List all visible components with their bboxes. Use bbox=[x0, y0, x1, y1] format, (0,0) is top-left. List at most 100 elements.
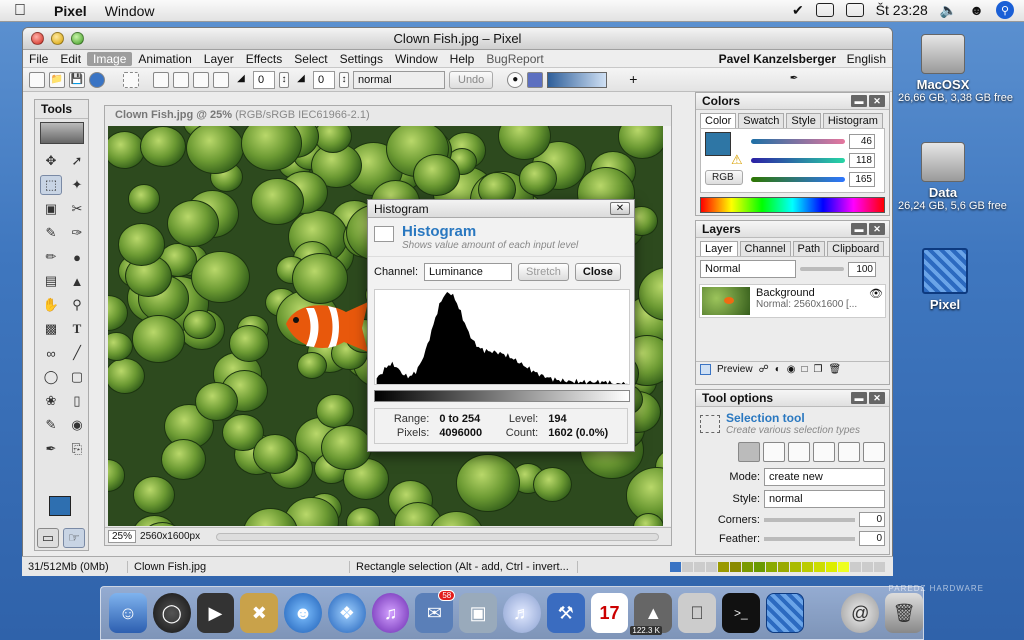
clock[interactable]: Št 23:28 bbox=[876, 2, 928, 18]
safari-icon[interactable]: ❖ bbox=[327, 593, 366, 633]
corner-field[interactable]: 0 bbox=[253, 70, 275, 89]
standard-mode-icon[interactable]: ▭ bbox=[37, 528, 59, 548]
menu-help[interactable]: Help bbox=[444, 52, 481, 66]
selection-mode-new-icon[interactable] bbox=[153, 71, 169, 88]
new-file-icon[interactable] bbox=[29, 71, 45, 88]
checkmark-icon[interactable]: ✔ bbox=[792, 2, 804, 19]
blend-mode-select[interactable]: normal bbox=[353, 70, 445, 89]
selection-polygon-icon[interactable] bbox=[863, 442, 885, 462]
histogram-titlebar[interactable]: Histogram ✕ bbox=[368, 200, 634, 218]
duplicate-layer-icon[interactable]: ❐ bbox=[814, 364, 823, 375]
brush-icon[interactable]: ● bbox=[507, 71, 524, 88]
menu-edit[interactable]: Edit bbox=[54, 52, 87, 66]
effects-icon[interactable]: ◐ bbox=[775, 364, 781, 375]
calendar-icon[interactable]: 17 bbox=[590, 593, 629, 633]
zoom-tool-icon[interactable]: ⚲ bbox=[66, 295, 88, 315]
network-monitor-icon[interactable]: ▲ 122.3 K bbox=[630, 593, 673, 635]
selection-tool-icon[interactable]: ⬚ bbox=[40, 175, 62, 195]
open-folder-icon[interactable]: 📁 bbox=[49, 71, 65, 88]
opacity-value[interactable]: 100 bbox=[848, 261, 876, 277]
red-value[interactable]: 46 bbox=[849, 134, 875, 149]
brush-tool-icon[interactable]: ✑ bbox=[66, 223, 88, 243]
utility-icon[interactable]: ✖ bbox=[240, 593, 279, 633]
selection-lasso-icon[interactable] bbox=[838, 442, 860, 462]
histogram-graph[interactable] bbox=[374, 289, 630, 385]
feather-field[interactable]: 0 bbox=[313, 70, 335, 89]
apple-menu-icon[interactable]:  bbox=[14, 2, 36, 20]
tab-histogram[interactable]: Histogram bbox=[822, 113, 883, 128]
selection-row-icon[interactable] bbox=[788, 442, 810, 462]
pixel-dock-icon[interactable] bbox=[765, 593, 804, 633]
ellipse-tool-icon[interactable]: ◯ bbox=[40, 367, 62, 387]
pointer-tool-icon[interactable]: ➚ bbox=[66, 151, 88, 171]
scissors-icon[interactable]: ✂ bbox=[66, 199, 88, 219]
volume-icon[interactable]: 🔈 bbox=[940, 2, 957, 19]
finder-icon[interactable]: ☺ bbox=[109, 593, 147, 633]
colors-panel-title[interactable]: Colors ▬ ✕ bbox=[696, 93, 889, 110]
collapse-icon[interactable]: ▬ bbox=[851, 223, 867, 235]
close-icon[interactable]: ✕ bbox=[869, 392, 885, 404]
close-icon[interactable]: ✕ bbox=[869, 223, 885, 235]
blue-value[interactable]: 165 bbox=[849, 172, 875, 187]
move-tool-icon[interactable]: ✥ bbox=[40, 151, 62, 171]
ichat-icon[interactable]: ☻ bbox=[284, 593, 322, 633]
line-tool-icon[interactable]: ╱ bbox=[66, 343, 88, 363]
opacity-slider[interactable] bbox=[800, 267, 844, 271]
document-horizontal-scrollbar[interactable] bbox=[216, 532, 659, 541]
layers-panel-title[interactable]: Layers ▬ ✕ bbox=[696, 221, 889, 238]
tool-options-title-bar[interactable]: Tool options ▬ ✕ bbox=[696, 390, 889, 407]
menu-animation[interactable]: Animation bbox=[132, 52, 197, 66]
tab-swatch[interactable]: Swatch bbox=[738, 113, 785, 128]
layer-row[interactable]: Background Normal: 2560x1600 [... 👁 bbox=[699, 284, 886, 318]
quick-mask-icon[interactable]: ☞ bbox=[63, 528, 85, 548]
corners-slider[interactable] bbox=[764, 517, 855, 522]
apple-hardware-icon[interactable]:  bbox=[678, 593, 716, 633]
undo-button[interactable]: Undo bbox=[449, 70, 494, 89]
terminal-icon[interactable]: >_ bbox=[721, 593, 760, 633]
corners-value[interactable]: 0 bbox=[859, 512, 885, 527]
color-swatches[interactable] bbox=[49, 496, 79, 525]
zoom-level[interactable]: 25% bbox=[108, 530, 137, 543]
layer-blend-mode-select[interactable]: Normal bbox=[700, 260, 796, 278]
camera-tool-icon[interactable]: ▣ bbox=[40, 199, 62, 219]
preview-checkbox[interactable] bbox=[700, 364, 711, 375]
mail-icon[interactable]: ✉ 58 bbox=[415, 590, 456, 633]
eyedropper-tool-icon[interactable]: ✏ bbox=[40, 247, 62, 267]
menu-bugreport[interactable]: BugReport bbox=[480, 52, 549, 66]
selection-rect-icon[interactable] bbox=[738, 442, 760, 462]
green-slider[interactable] bbox=[751, 158, 845, 163]
menu-image[interactable]: Image bbox=[87, 51, 133, 66]
pencil-icon[interactable]: ✎ bbox=[40, 223, 62, 243]
user-icon[interactable]: ☻ bbox=[969, 2, 984, 18]
foreground-color[interactable] bbox=[49, 496, 71, 516]
language-selector[interactable]: English bbox=[847, 52, 886, 66]
eyedropper-icon[interactable]: ✒ bbox=[786, 72, 802, 88]
tab-style[interactable]: Style bbox=[786, 113, 821, 128]
at-sign-icon[interactable]: @ bbox=[841, 593, 880, 633]
stretch-button[interactable]: Stretch bbox=[518, 263, 569, 281]
clapper-icon[interactable]: ▶ bbox=[196, 593, 235, 633]
green-value[interactable]: 118 bbox=[849, 153, 875, 168]
link-icon[interactable]: ☍ bbox=[759, 364, 769, 375]
magic-wand-icon[interactable]: ✦ bbox=[66, 175, 88, 195]
preview-app-icon[interactable]: ▣ bbox=[459, 593, 498, 633]
spotlight-icon[interactable]: ⚲ bbox=[996, 1, 1014, 19]
close-icon[interactable]: ✕ bbox=[610, 202, 630, 215]
selection-ellipse-icon[interactable] bbox=[763, 442, 785, 462]
menu-window[interactable]: Window bbox=[389, 52, 444, 66]
channel-select[interactable]: Luminance bbox=[424, 263, 513, 281]
drop-icon[interactable]: ● bbox=[66, 247, 88, 267]
mode-select[interactable]: create new bbox=[764, 468, 885, 486]
menu-layer[interactable]: Layer bbox=[198, 52, 240, 66]
new-layer-icon[interactable]: □ bbox=[802, 364, 808, 375]
transform-tool-icon[interactable]: ▯ bbox=[66, 391, 88, 411]
desktop-drive-data[interactable]: Data 26,24 GB, 5,6 GB free bbox=[898, 142, 1007, 212]
sphere-tool-icon[interactable]: ◉ bbox=[66, 415, 88, 435]
crosshair-icon[interactable]: + bbox=[625, 72, 641, 88]
itunes-icon[interactable]: ♫ bbox=[371, 593, 410, 633]
trash-icon[interactable]: 🗑 bbox=[829, 364, 842, 375]
document-title[interactable]: Clown Fish.jpg @ 25% (RGB/sRGB IEC61966-… bbox=[105, 106, 671, 124]
tab-color[interactable]: Color bbox=[700, 113, 737, 128]
menu-select[interactable]: Select bbox=[288, 52, 333, 66]
selection-icon[interactable] bbox=[123, 71, 139, 88]
